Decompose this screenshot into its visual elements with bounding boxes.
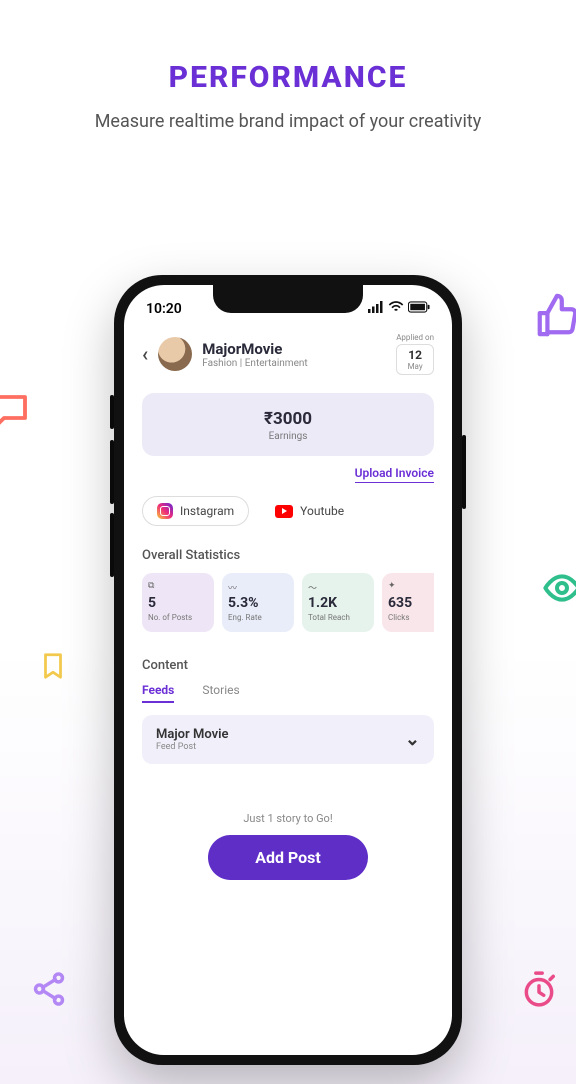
wifi-icon [388, 301, 404, 317]
tab-stories[interactable]: Stories [202, 683, 239, 703]
instagram-icon [157, 503, 173, 519]
applied-date: Applied on 12 May [396, 333, 434, 375]
trend-icon: 〰 [228, 581, 288, 593]
footer-hint: Just 1 story to Go! [142, 812, 434, 825]
spark-icon: 〜 [308, 581, 368, 593]
add-post-button[interactable]: Add Post [208, 835, 368, 880]
earnings-card: ₹3000 Earnings [142, 393, 434, 456]
chat-icon [0, 390, 32, 432]
content-card-title: Major Movie [156, 727, 228, 742]
content-card[interactable]: Major Movie Feed Post ⌄ [142, 715, 434, 764]
copy-icon: ⧉ [148, 581, 208, 593]
share-icon [30, 970, 68, 1008]
notch [213, 285, 363, 313]
eye-icon [542, 568, 576, 608]
click-icon: ✦ [388, 581, 434, 593]
profile-category: Fashion | Entertainment [202, 358, 307, 369]
avatar[interactable] [158, 337, 192, 371]
earnings-label: Earnings [142, 431, 434, 442]
stat-clicks[interactable]: ✦ 635 Clicks [382, 573, 434, 632]
chevron-down-icon: ⌄ [405, 729, 420, 750]
page-subtitle: Measure realtime brand impact of your cr… [0, 109, 576, 135]
bookmark-icon [38, 648, 68, 684]
stats-row: ⧉ 5 No. of Posts 〰 5.3% Eng. Rate 〜 1.2K… [142, 573, 434, 632]
content-card-sub: Feed Post [156, 742, 228, 752]
stopwatch-icon [520, 970, 558, 1008]
stats-title: Overall Statistics [142, 548, 434, 563]
battery-icon [408, 301, 430, 317]
stat-reach[interactable]: 〜 1.2K Total Reach [302, 573, 374, 632]
stat-posts[interactable]: ⧉ 5 No. of Posts [142, 573, 214, 632]
page-title: PERFORMANCE [0, 60, 576, 95]
back-button[interactable]: ‹ [142, 342, 148, 366]
platform-youtube[interactable]: Youtube [275, 504, 344, 518]
status-time: 10:20 [146, 301, 182, 317]
earnings-value: ₹3000 [142, 409, 434, 429]
phone-mockup: 10:20 ‹ MajorMovie Fashion | Entertainme… [114, 275, 462, 1065]
youtube-icon [275, 505, 293, 518]
platform-instagram[interactable]: Instagram [142, 496, 249, 526]
profile-name: MajorMovie [202, 340, 307, 358]
upload-invoice-link[interactable]: Upload Invoice [142, 466, 434, 480]
thumbs-up-icon [534, 292, 576, 338]
stat-engagement[interactable]: 〰 5.3% Eng. Rate [222, 573, 294, 632]
signal-icon [368, 301, 384, 317]
content-title: Content [142, 658, 434, 673]
tab-feeds[interactable]: Feeds [142, 683, 174, 703]
